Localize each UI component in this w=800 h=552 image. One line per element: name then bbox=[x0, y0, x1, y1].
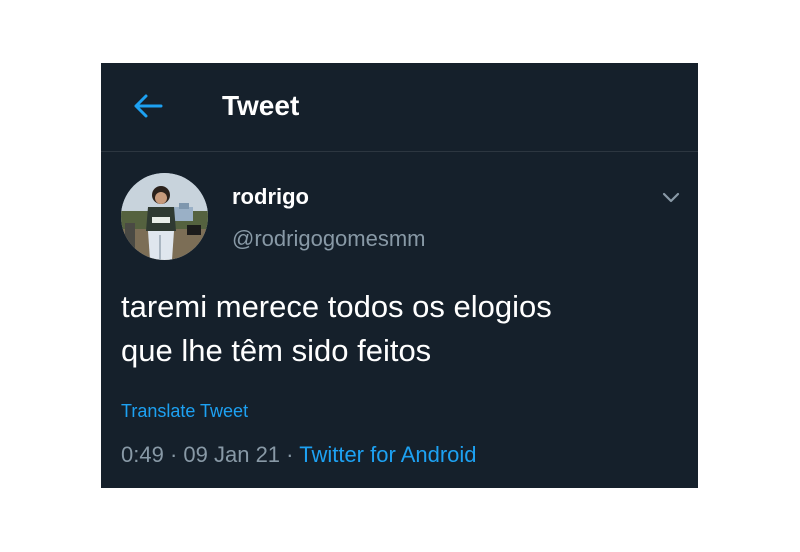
tweet-time: 0:49 bbox=[121, 442, 164, 467]
avatar[interactable] bbox=[121, 173, 208, 260]
translate-tweet-link[interactable]: Translate Tweet bbox=[121, 399, 248, 423]
profile-photo bbox=[121, 173, 208, 260]
arrow-left-icon bbox=[134, 94, 163, 118]
tweet-source-link[interactable]: Twitter for Android bbox=[299, 442, 476, 467]
meta-separator: · bbox=[286, 442, 294, 467]
chevron-down-icon[interactable] bbox=[659, 185, 683, 209]
tweet-text-line: que lhe têm sido feitos bbox=[121, 333, 432, 368]
back-button[interactable] bbox=[129, 89, 167, 123]
tweet-date: 09 Jan 21 bbox=[183, 442, 281, 467]
tweet-metadata: 0:49 · 09 Jan 21 · Twitter for Android bbox=[121, 441, 477, 469]
tweet-text: taremi merece todos os elogios que lhe t… bbox=[121, 285, 681, 373]
tweet-text-line: taremi merece todos os elogios bbox=[121, 289, 552, 324]
author-handle[interactable]: @rodrigogomesmm bbox=[232, 225, 426, 253]
top-bar: Tweet bbox=[101, 63, 698, 152]
tweet-screen: Tweet rodrigo @rodrigogomesmm taremi mer… bbox=[101, 63, 698, 488]
meta-separator: · bbox=[169, 442, 178, 467]
author-name[interactable]: rodrigo bbox=[232, 183, 309, 211]
page-title: Tweet bbox=[222, 90, 300, 121]
